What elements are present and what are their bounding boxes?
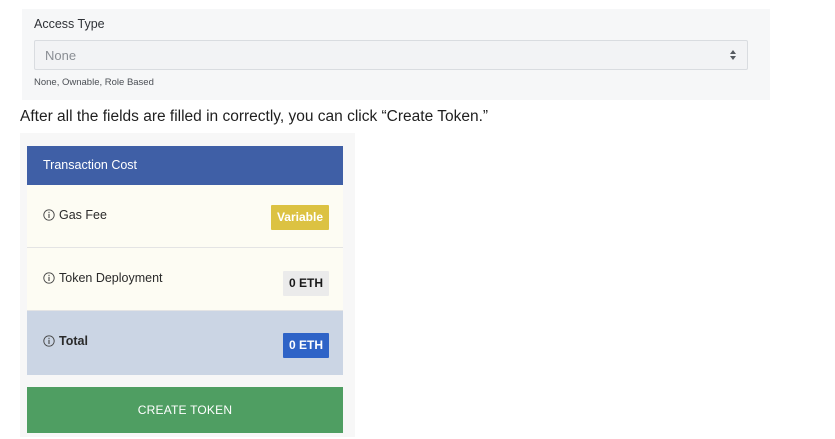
- total-value-badge: 0 ETH: [282, 333, 329, 358]
- total-label: Total: [43, 334, 88, 348]
- access-type-hint: None, Ownable, Role Based: [34, 77, 154, 88]
- token-deployment-value-badge: 0 ETH: [282, 271, 329, 296]
- token-deployment-row: Token Deployment 0 ETH: [27, 248, 343, 311]
- token-deployment-label-text: Token Deployment: [59, 271, 163, 285]
- access-type-select[interactable]: None: [34, 40, 748, 70]
- token-deployment-label: Token Deployment: [43, 271, 163, 285]
- total-row: Total 0 ETH: [27, 311, 343, 375]
- create-token-button[interactable]: CREATE TOKEN: [27, 387, 343, 433]
- info-icon[interactable]: [43, 272, 55, 284]
- page: Access Type None None, Ownable, Role Bas…: [0, 0, 835, 439]
- card-spacer: [27, 375, 343, 387]
- gas-fee-label: Gas Fee: [43, 208, 107, 222]
- gas-fee-variable-badge: Variable: [270, 205, 329, 230]
- sort-arrows-icon: [730, 50, 736, 60]
- transaction-cost-header: Transaction Cost: [27, 146, 343, 185]
- gas-fee-label-text: Gas Fee: [59, 208, 107, 222]
- access-type-selected-value: None: [45, 48, 77, 63]
- instruction-text: After all the fields are filled in corre…: [20, 108, 489, 125]
- access-type-label: Access Type: [34, 17, 105, 31]
- info-icon[interactable]: [43, 209, 55, 221]
- gas-fee-row: Gas Fee Variable: [27, 185, 343, 248]
- transaction-cost-card: Transaction Cost Gas Fee Variable Token …: [27, 146, 343, 433]
- transaction-cost-screenshot: Transaction Cost Gas Fee Variable Token …: [20, 133, 355, 437]
- total-label-text: Total: [59, 334, 88, 348]
- info-icon[interactable]: [43, 335, 55, 347]
- access-type-panel: Access Type None None, Ownable, Role Bas…: [22, 9, 770, 100]
